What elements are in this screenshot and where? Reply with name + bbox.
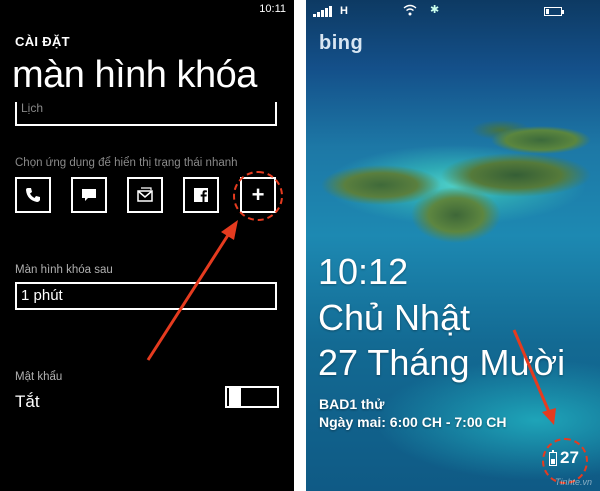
add-button-highlight-circle — [233, 171, 283, 221]
status-clock: 10:11 — [259, 3, 286, 15]
battery-status-icon — [549, 450, 557, 466]
calendar-event-title: BAD1 thử — [319, 396, 385, 412]
password-label: Mật khẩu — [15, 371, 63, 383]
quick-status-slot-facebook[interactable] — [183, 177, 219, 213]
lock-after-label: Màn hình khóa sau — [15, 264, 113, 276]
lock-time: 10:12 — [318, 251, 409, 292]
password-toggle[interactable] — [225, 386, 279, 408]
lock-screen: H ✱ bing 10:12 Chủ Nhật 27 Tháng Mười BA… — [306, 0, 600, 491]
settings-screen: 10:11 CÀI ĐẶT màn hình khóa Lịch Chọn ứn… — [0, 0, 294, 491]
facebook-icon — [194, 188, 208, 202]
quick-status-slot-mail[interactable] — [127, 177, 163, 213]
settings-section-label: CÀI ĐẶT — [15, 34, 70, 49]
lock-status-bar: H ✱ — [306, 0, 600, 20]
messaging-icon — [82, 189, 96, 201]
lock-day: Chủ Nhật — [318, 297, 471, 338]
network-type: H — [340, 5, 348, 17]
wifi-icon — [403, 4, 417, 16]
quick-status-slot-phone[interactable] — [15, 177, 51, 213]
bing-logo: bing — [319, 32, 364, 54]
watermark: Tinhte.vn — [555, 477, 592, 487]
quick-status-badge-count: 27 — [560, 448, 579, 467]
quick-status-label: Chọn ứng dụng để hiển thị trạng thái nha… — [15, 157, 238, 169]
lock-after-select[interactable]: 1 phút — [15, 282, 277, 310]
lock-date: 27 Tháng Mười — [318, 342, 566, 383]
calendar-event-time: Ngày mai: 6:00 CH - 7:00 CH — [319, 414, 507, 430]
battery-icon — [544, 7, 564, 16]
password-toggle-thumb — [229, 386, 241, 408]
page-title: màn hình khóa — [12, 54, 257, 96]
signal-strength-icon — [313, 6, 332, 17]
bluetooth-icon: ✱ — [430, 4, 440, 16]
password-value: Tắt — [15, 392, 40, 411]
mail-icon — [137, 187, 153, 202]
notification-app-value: Lịch — [21, 102, 44, 115]
phone-icon — [26, 188, 40, 202]
quick-status-slot-messaging[interactable] — [71, 177, 107, 213]
status-bar: 10:11 — [0, 0, 294, 20]
notification-app-picker[interactable]: Lịch — [15, 102, 277, 126]
